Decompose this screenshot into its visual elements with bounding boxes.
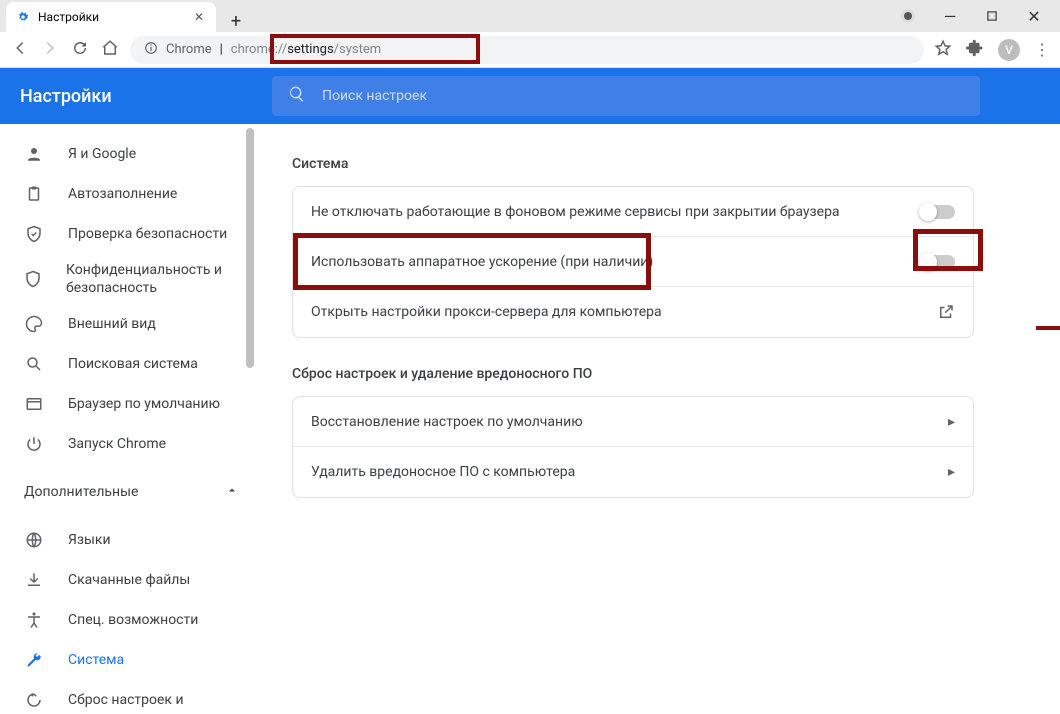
settings-brand-title: Настройки	[0, 86, 272, 107]
row-proxy-settings[interactable]: Открыть настройки прокси-сервера для ком…	[293, 287, 973, 337]
wrench-icon	[24, 651, 44, 669]
sidebar-item-search-engine[interactable]: Поисковая система	[0, 344, 256, 384]
extensions-icon[interactable]	[966, 39, 984, 61]
power-icon	[24, 435, 44, 453]
sidebar-item-appearance[interactable]: Внешний вид	[0, 304, 256, 344]
sidebar-item-system[interactable]: Система	[0, 640, 256, 680]
section-title-reset: Сброс настроек и удаление вредоносного П…	[292, 366, 974, 382]
address-bar[interactable]: Chrome | chrome://settings/system	[130, 36, 924, 64]
globe-icon	[24, 531, 44, 549]
row-hardware-acceleration[interactable]: Использовать аппаратное ускорение (при н…	[293, 237, 973, 287]
tab-strip: Настройки ✕ +	[0, 0, 896, 32]
sidebar-item-you-and-google[interactable]: Я и Google	[0, 134, 256, 174]
sidebar-item-safety-check[interactable]: Проверка безопасности	[0, 214, 256, 254]
sidebar-item-default-browser[interactable]: Браузер по умолчанию	[0, 384, 256, 424]
external-link-icon	[937, 303, 955, 321]
tab-title: Настройки	[38, 10, 99, 24]
back-button[interactable]	[10, 39, 30, 61]
sidebar-item-reset[interactable]: Сброс настроек и	[0, 680, 256, 714]
url-text: chrome://settings/system	[231, 42, 381, 57]
search-icon	[288, 85, 306, 107]
sidebar-advanced-toggle[interactable]: Дополнительные	[0, 472, 256, 512]
window-controls: — ✕	[896, 0, 1060, 32]
search-icon	[24, 355, 44, 373]
titlebar: Настройки ✕ + — ✕	[0, 0, 1060, 32]
sidebar-item-languages[interactable]: Языки	[0, 520, 256, 560]
browser-toolbar: Chrome | chrome://settings/system V ⋮	[0, 32, 1060, 68]
sidebar-item-privacy[interactable]: Конфиденциальность и безопасность	[0, 254, 256, 304]
tab-close-icon[interactable]: ✕	[194, 10, 204, 24]
gear-icon	[16, 10, 30, 24]
shield-check-icon	[24, 225, 44, 243]
target-icon	[896, 4, 920, 28]
download-icon	[24, 571, 44, 589]
shield-icon	[24, 270, 42, 288]
toolbar-right: V ⋮	[934, 39, 1050, 61]
chevron-right-icon: ▸	[948, 414, 955, 430]
browser-tab[interactable]: Настройки ✕	[6, 2, 216, 32]
home-button[interactable]	[100, 39, 120, 61]
maximize-button[interactable]	[980, 4, 1004, 28]
sidebar-item-accessibility[interactable]: Спец. возможности	[0, 600, 256, 640]
profile-avatar[interactable]: V	[998, 39, 1020, 61]
toggle-hardware-acceleration[interactable]	[921, 255, 955, 269]
sidebar-item-autofill[interactable]: Автозаполнение	[0, 174, 256, 214]
forward-button[interactable]	[40, 39, 60, 61]
main-menu-button[interactable]: ⋮	[1034, 40, 1050, 59]
site-label: Chrome	[166, 42, 212, 57]
section-title-system: Система	[292, 156, 974, 172]
restore-icon	[24, 691, 44, 709]
person-icon	[24, 145, 44, 163]
sidebar-item-downloads[interactable]: Скачанные файлы	[0, 560, 256, 600]
close-window-button[interactable]: ✕	[1022, 4, 1046, 28]
settings-sidebar: Я и Google Автозаполнение Проверка безоп…	[0, 124, 256, 714]
reset-card: Восстановление настроек по умолчанию ▸ У…	[292, 396, 974, 498]
chevron-up-icon	[226, 484, 238, 500]
row-background-apps[interactable]: Не отключать работающие в фоновом режиме…	[293, 187, 973, 237]
settings-search[interactable]	[272, 76, 980, 116]
chevron-right-icon: ▸	[948, 464, 955, 480]
settings-header: Настройки	[0, 68, 1060, 124]
settings-content: Система Не отключать работающие в фоново…	[256, 124, 1060, 714]
arrow-annotation	[1036, 318, 1060, 342]
window-icon	[24, 395, 44, 413]
bookmark-star-icon[interactable]	[934, 39, 952, 61]
row-cleanup[interactable]: Удалить вредоносное ПО с компьютера ▸	[293, 447, 973, 497]
row-restore-defaults[interactable]: Восстановление настроек по умолчанию ▸	[293, 397, 973, 447]
site-info-icon[interactable]	[144, 41, 158, 59]
toggle-background-apps[interactable]	[921, 205, 955, 219]
new-tab-button[interactable]: +	[222, 11, 250, 32]
settings-search-input[interactable]	[322, 88, 964, 104]
reload-button[interactable]	[70, 39, 90, 61]
sidebar-item-on-startup[interactable]: Запуск Chrome	[0, 424, 256, 464]
minimize-button[interactable]: —	[938, 4, 962, 28]
accessibility-icon	[24, 611, 44, 629]
system-card: Не отключать работающие в фоновом режиме…	[292, 186, 974, 338]
palette-icon	[24, 315, 44, 333]
sidebar-scrollbar[interactable]	[244, 128, 256, 714]
clipboard-icon	[24, 185, 44, 203]
